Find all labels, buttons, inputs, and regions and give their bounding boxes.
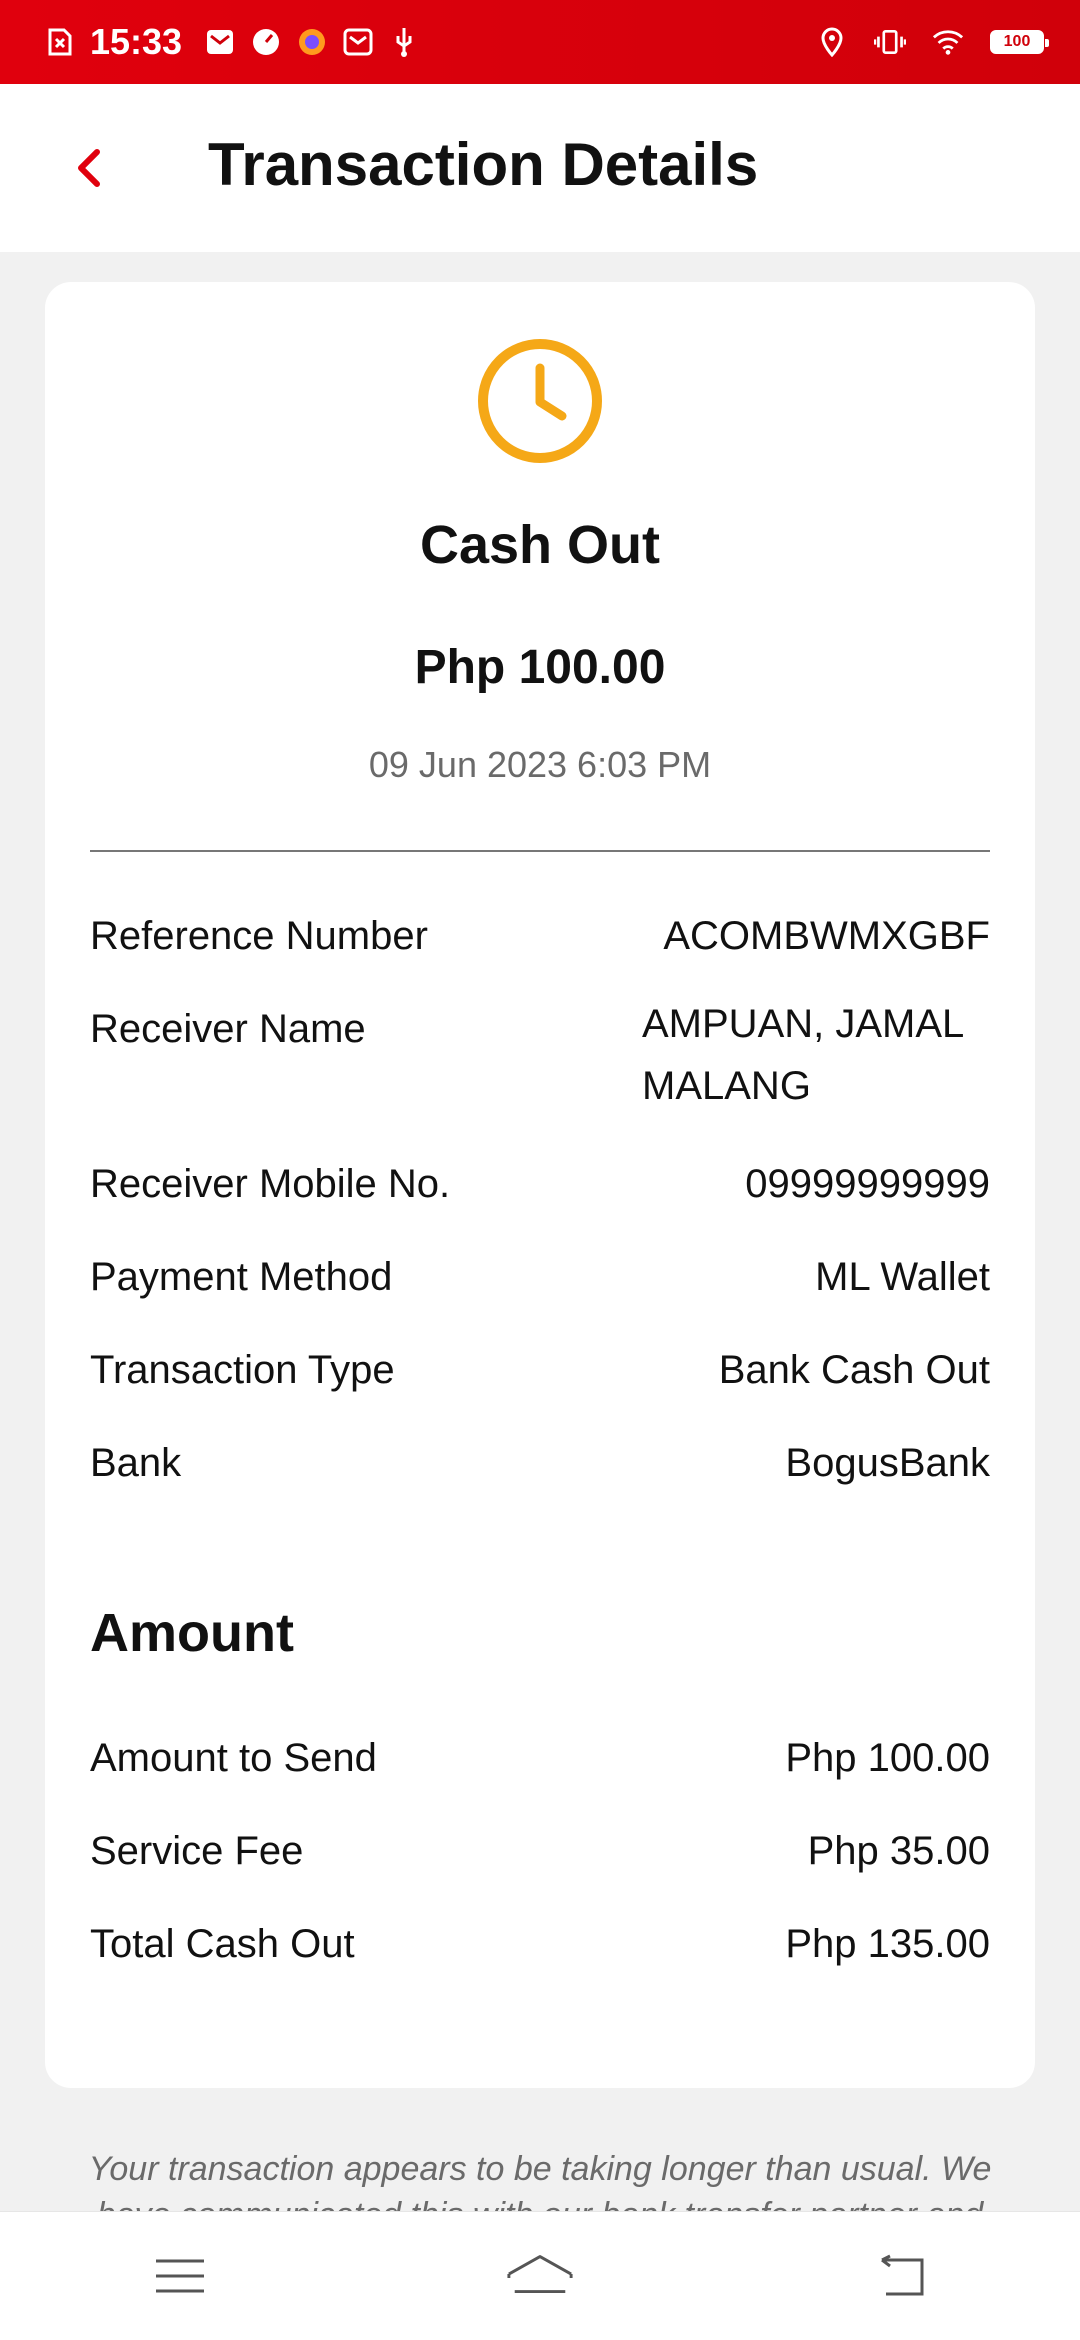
back-icon bbox=[881, 2254, 924, 2296]
transaction-amount: Php 100.00 bbox=[414, 641, 666, 694]
detail-label: Reference Number bbox=[90, 914, 428, 958]
home-button[interactable] bbox=[505, 2241, 575, 2311]
amount-label: Amount to Send bbox=[90, 1736, 377, 1780]
battery-icon: 100 bbox=[990, 30, 1049, 54]
total-cash-out: Php 135.00 bbox=[785, 1922, 990, 1966]
receiver-name: AMPUAN, JAMAL MALANG bbox=[642, 1002, 963, 1108]
location-icon bbox=[816, 26, 848, 58]
divider bbox=[90, 850, 990, 852]
detail-label: Payment Method bbox=[90, 1255, 393, 1299]
vibrate-icon bbox=[874, 26, 906, 58]
browser-icon bbox=[296, 26, 328, 58]
payment-method: ML Wallet bbox=[815, 1255, 990, 1299]
menu-button[interactable] bbox=[145, 2241, 215, 2311]
chevron-left-icon bbox=[78, 149, 100, 187]
mail-icon bbox=[204, 26, 236, 58]
wifi-icon bbox=[932, 26, 964, 58]
usb-icon bbox=[388, 26, 420, 58]
status-time: 15:33 bbox=[90, 21, 183, 62]
sim-icon bbox=[44, 26, 76, 58]
status-bar: 15:33 100 bbox=[0, 0, 1080, 84]
back-nav-button[interactable] bbox=[865, 2241, 935, 2311]
speedometer-icon bbox=[250, 26, 282, 58]
clock-icon bbox=[478, 339, 602, 463]
transaction-datetime: 09 Jun 2023 6:03 PM bbox=[368, 744, 712, 785]
detail-label: Transaction Type bbox=[90, 1348, 395, 1392]
home-icon bbox=[507, 2255, 573, 2294]
service-fee: Php 35.00 bbox=[807, 1829, 990, 1873]
reference-number: ACOMBWMXGBF bbox=[663, 914, 990, 958]
detail-label: Bank bbox=[90, 1441, 182, 1485]
amount-label: Service Fee bbox=[90, 1829, 304, 1873]
amount-to-send: Php 100.00 bbox=[785, 1736, 990, 1780]
detail-label: Receiver Name bbox=[90, 1007, 366, 1051]
app-bar: Transaction Details bbox=[0, 84, 1080, 252]
transaction-type: Cash Out bbox=[419, 515, 661, 575]
inbox-icon bbox=[342, 26, 374, 58]
back-button[interactable] bbox=[66, 146, 110, 190]
receiver-mobile: 09999999999 bbox=[745, 1162, 990, 1206]
amount-label: Total Cash Out bbox=[90, 1922, 355, 1966]
bank-name: BogusBank bbox=[785, 1441, 990, 1485]
transaction-type-value: Bank Cash Out bbox=[718, 1348, 990, 1392]
menu-icon bbox=[156, 2259, 204, 2293]
transaction-card: Cash Out Php 100.00 09 Jun 2023 6:03 PM … bbox=[45, 282, 1035, 2088]
detail-label: Receiver Mobile No. bbox=[90, 1162, 451, 1206]
page-title: Transaction Details bbox=[208, 131, 759, 198]
amount-section-title: Amount bbox=[90, 1603, 294, 1663]
system-nav-bar bbox=[0, 2211, 1080, 2340]
